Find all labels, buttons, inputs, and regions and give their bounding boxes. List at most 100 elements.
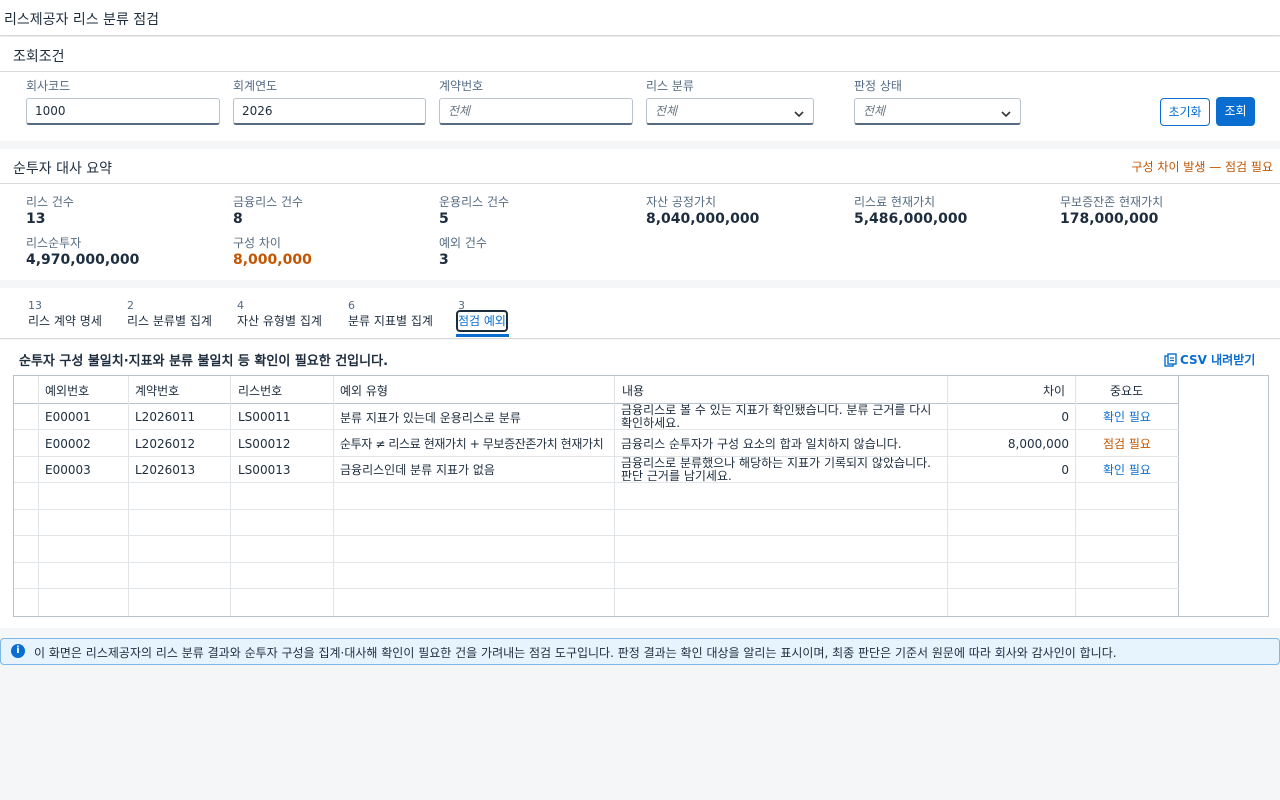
exception-content: 금융리스로 볼 수 있는 지표가 확인됐습니다. 분류 근거를 다시 확인하세요… [621, 404, 932, 430]
kpi-value: 4,970,000,000 [26, 252, 140, 268]
judgment-status-label: 판정 상태 [854, 79, 902, 93]
tab-by-indicator[interactable]: 6 분류 지표별 집계 [348, 300, 433, 330]
exception-type: 순투자 ≠ 리스료 현재가치 + 무보증잔존가치 현재가치 [340, 437, 604, 451]
csv-download-label: CSV 내려받기 [1180, 353, 1256, 367]
exception-id: E00001 [45, 410, 91, 424]
contract-no: L2026011 [135, 410, 196, 424]
status-warning: 구성 차이 발생 — 점검 필요 [1131, 160, 1273, 174]
column-header[interactable]: 계약번호 [135, 382, 179, 399]
tab-count: 6 [348, 299, 355, 312]
filter-panel-title: 조회조건 [13, 49, 65, 65]
search-button[interactable]: 조회 [1216, 97, 1255, 126]
page-title: 리스제공자 리스 분류 점검 [4, 12, 160, 28]
column-header[interactable]: 차이 [1043, 382, 1065, 399]
lease-no: LS00013 [238, 463, 291, 477]
column-divider [128, 376, 129, 616]
kpi-label: 운용리스 건수 [439, 195, 510, 209]
row-divider [14, 562, 1179, 563]
page-header: 리스제공자 리스 분류 점검 [0, 0, 1280, 36]
kpi-label: 리스료 현재가치 [854, 195, 936, 209]
exceptions-title: 순투자 구성 불일치·지표와 분류 불일치 등 확인이 필요한 건입니다. [19, 354, 389, 369]
column-divider [230, 376, 231, 616]
lease-class-select[interactable]: 전체 [646, 98, 814, 125]
contract-no-label: 계약번호 [439, 79, 484, 93]
kpi-value: 13 [26, 211, 46, 227]
filter-panel: 조회조건 [0, 37, 1280, 141]
table-header: 예외번호 계약번호 리스번호 예외 유형 내용 차이 중요도 [14, 376, 1179, 404]
column-divider [1075, 376, 1076, 616]
contract-no: L2026012 [135, 437, 196, 451]
active-tab-indicator [456, 334, 509, 337]
column-header[interactable]: 예외 유형 [340, 382, 388, 399]
kpi-value: 8,040,000,000 [646, 211, 760, 227]
difference: 0 [1061, 463, 1069, 477]
tab-by-asset-type[interactable]: 4 자산 유형별 집계 [237, 300, 322, 330]
chevron-down-icon [794, 103, 804, 128]
lease-class-label: 리스 분류 [646, 79, 694, 93]
csv-download-button[interactable]: CSV 내려받기 [1164, 351, 1255, 368]
tab-by-classification[interactable]: 2 리스 분류별 집계 [127, 300, 212, 330]
exceptions-panel: 순투자 구성 불일치·지표와 분류 불일치 등 확인이 필요한 건입니다. CS… [0, 340, 1280, 628]
kpi-label: 무보증잔존 현재가치 [1060, 195, 1164, 209]
exception-content: 금융리스 순투자가 구성 요소의 합과 일치하지 않습니다. [621, 437, 902, 451]
exceptions-table: 예외번호 계약번호 리스번호 예외 유형 내용 차이 중요도 E00001 L2… [13, 375, 1269, 617]
column-header[interactable]: 리스번호 [238, 382, 282, 399]
column-header[interactable]: 예외번호 [45, 382, 89, 399]
fiscal-year-label: 회계연도 [233, 79, 278, 93]
kpi-label: 자산 공정가치 [646, 195, 717, 209]
exception-content: 금융리스로 분류했으나 해당하는 지표가 기록되지 않았습니다. 판단 근거를 … [621, 457, 931, 483]
column-divider [1178, 376, 1179, 616]
info-icon: i [11, 644, 25, 658]
tab-count: 4 [237, 299, 244, 312]
row-divider [14, 456, 1179, 457]
row-divider [14, 429, 1179, 430]
column-divider [38, 376, 39, 616]
severity-badge: 확인 필요 [1103, 463, 1151, 477]
info-message: 이 화면은 리스제공자의 리스 분류 결과와 순투자 구성을 집계·대사해 확인… [34, 646, 1117, 660]
chevron-down-icon [1001, 103, 1011, 128]
column-header[interactable]: 내용 [622, 382, 644, 399]
tab-exceptions[interactable]: 3 점검 예외 [456, 299, 508, 332]
kpi-label: 예외 건수 [439, 236, 487, 250]
row-divider [14, 535, 1179, 536]
tab-label: 자산 유형별 집계 [237, 314, 322, 328]
company-code-input[interactable]: 1000 [26, 98, 220, 125]
lease-no: LS00011 [238, 410, 291, 424]
exception-id: E00002 [45, 437, 91, 451]
kpi-value: 5 [439, 211, 449, 227]
kpi-value: 8 [233, 211, 243, 227]
filter-panel-header: 조회조건 [0, 37, 1280, 72]
tab-count: 2 [127, 299, 134, 312]
tab-label: 리스 계약 명세 [28, 314, 102, 328]
fiscal-year-input[interactable]: 2026 [233, 98, 426, 125]
kpi-label: 금융리스 건수 [233, 195, 304, 209]
judgment-status-select[interactable]: 전체 [854, 98, 1021, 125]
info-message-strip: i 이 화면은 리스제공자의 리스 분류 결과와 순투자 구성을 집계·대사해 … [0, 638, 1280, 665]
severity-badge: 확인 필요 [1103, 410, 1151, 424]
contract-no-input[interactable]: 전체 [439, 98, 633, 125]
kpi-value: 178,000,000 [1060, 211, 1159, 227]
lease-no: LS00012 [238, 437, 291, 451]
contract-no: L2026013 [135, 463, 196, 477]
kpi-label: 구성 차이 [233, 236, 281, 250]
column-header[interactable]: 중요도 [1110, 382, 1143, 399]
column-divider [614, 376, 615, 616]
row-divider [14, 509, 1179, 510]
kpi-value: 8,000,000 [233, 252, 312, 268]
tab-lease-contracts[interactable]: 13 리스 계약 명세 [28, 300, 102, 330]
exception-type: 분류 지표가 있는데 운용리스로 분류 [340, 411, 521, 425]
tab-label: 분류 지표별 집계 [348, 314, 433, 328]
column-divider [947, 376, 948, 616]
lease-class-value: 전체 [655, 104, 678, 118]
tab-label: 리스 분류별 집계 [127, 314, 212, 328]
kpi-label: 리스 건수 [26, 195, 74, 209]
download-icon [1164, 353, 1177, 367]
tab-count: 13 [28, 299, 42, 312]
tab-count: 3 [458, 299, 465, 312]
difference: 0 [1061, 410, 1069, 424]
kpi-value: 5,486,000,000 [854, 211, 968, 227]
reset-button[interactable]: 초기화 [1160, 98, 1210, 126]
exception-type: 금융리스인데 분류 지표가 없음 [340, 463, 495, 477]
company-code-label: 회사코드 [26, 79, 71, 93]
judgment-status-value: 전체 [863, 104, 886, 118]
